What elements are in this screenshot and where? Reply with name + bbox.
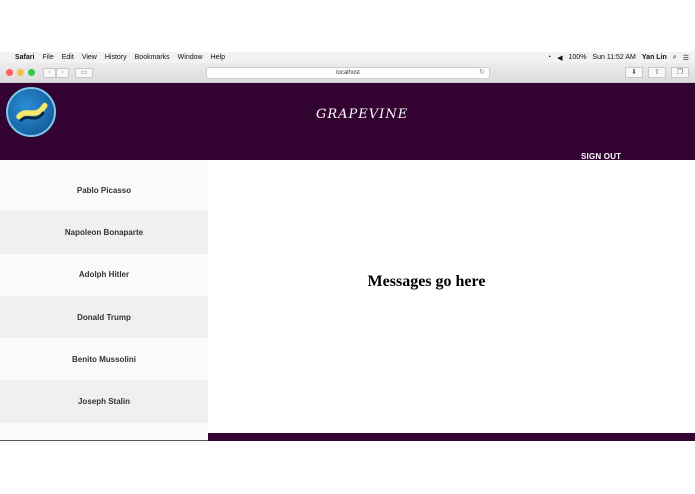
logo-swirl-icon <box>16 102 48 122</box>
contact-item[interactable]: Adolph Hitler <box>0 253 208 296</box>
sidebar-top-spacer <box>0 160 208 169</box>
contact-item[interactable]: Donald Trump <box>0 295 208 339</box>
contact-item[interactable]: Benito Mussolini <box>0 338 208 381</box>
contact-item[interactable]: Napoleon Bonaparte <box>0 211 208 254</box>
app-header: GRAPEVINE SIGN OUT <box>0 83 695 161</box>
zoom-window-button[interactable] <box>28 69 35 76</box>
sign-out-button[interactable]: SIGN OUT <box>581 152 621 161</box>
window-controls <box>6 69 35 76</box>
contacts-sidebar: Pablo Picasso Napoleon Bonaparte Adolph … <box>0 169 208 441</box>
tabs-overview-icon[interactable]: ❐ <box>671 67 689 78</box>
menu-view[interactable]: View <box>82 54 97 61</box>
battery-percent[interactable]: 100% <box>569 54 587 61</box>
app-footer-bar <box>208 433 695 441</box>
forward-button[interactable]: › <box>56 67 69 78</box>
menu-bar-clock[interactable]: Sun 11:52 AM <box>592 54 635 61</box>
menu-history[interactable]: History <box>105 54 127 61</box>
menu-safari[interactable]: Safari <box>15 54 34 61</box>
notification-center-icon[interactable]: ☰ <box>683 54 689 62</box>
history-nav: ‹ › <box>43 67 69 78</box>
brand-wordmark: GRAPEVINE <box>316 107 409 122</box>
sidebar-toggle-icon[interactable]: ▭ <box>75 67 93 78</box>
wifi-icon[interactable]: ◔ <box>547 54 551 61</box>
menu-file[interactable]: File <box>42 54 53 61</box>
downloads-icon[interactable]: ⬇ <box>625 67 643 78</box>
reload-icon[interactable]: ↻ <box>479 68 485 78</box>
close-window-button[interactable] <box>6 69 13 76</box>
menu-bookmarks[interactable]: Bookmarks <box>135 54 170 61</box>
spotlight-search-icon[interactable]: ⌕ <box>673 54 677 62</box>
sidebar-bottom-line <box>0 440 208 441</box>
menu-bar-status-area: ◔ ◀ 100% Sun 11:52 AM Yan Lin ⌕ ☰ <box>547 54 689 62</box>
menu-window[interactable]: Window <box>178 54 203 61</box>
browser-toolbar: ‹ › ▭ localhost ↻ ⬇ ⇧ ❐ <box>0 63 695 83</box>
messages-placeholder: Messages go here <box>367 273 486 290</box>
share-icon[interactable]: ⇧ <box>648 67 666 78</box>
contact-item[interactable]: Pablo Picasso <box>0 169 208 212</box>
menu-edit[interactable]: Edit <box>62 54 74 61</box>
menu-bar-user[interactable]: Yan Lin <box>642 54 667 61</box>
minimize-window-button[interactable] <box>17 69 24 76</box>
grapevine-logo[interactable] <box>6 87 56 137</box>
contact-item[interactable]: Joseph Stalin <box>0 380 208 423</box>
address-url: localhost <box>336 70 360 76</box>
macos-menu-bar: Safari File Edit View History Bookmarks … <box>0 52 695 63</box>
contact-item[interactable]: Vladimir Lenin <box>0 422 208 441</box>
volume-icon[interactable]: ◀ <box>557 54 562 62</box>
menu-help[interactable]: Help <box>211 54 225 61</box>
toolbar-right-buttons: ⬇ ⇧ ❐ <box>625 67 689 78</box>
back-button[interactable]: ‹ <box>43 67 56 78</box>
address-bar[interactable]: localhost ↻ <box>206 67 490 79</box>
